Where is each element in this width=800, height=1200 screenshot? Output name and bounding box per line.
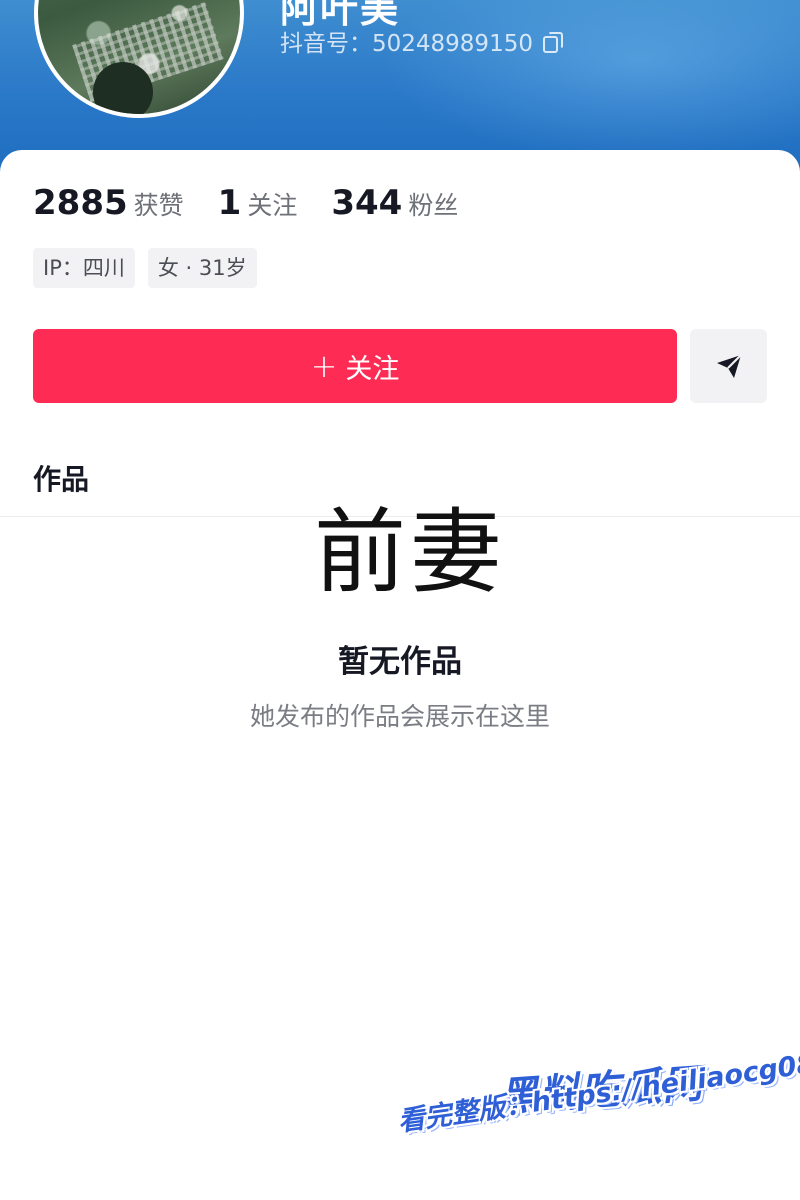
stat-following-value: 1 [217, 183, 242, 223]
stat-likes[interactable]: 2885 获赞 [33, 183, 184, 223]
douyin-id-text: 抖音号：50248989150 [280, 31, 533, 57]
tag-gender-age: 女 · 31岁 [147, 248, 257, 288]
stat-likes-value: 2885 [33, 183, 128, 223]
copy-icon[interactable] [542, 32, 563, 53]
empty-state-title: 暂无作品 [338, 644, 462, 680]
plus-icon: + [310, 347, 338, 385]
avatar[interactable] [34, 0, 244, 118]
stat-followers[interactable]: 344 粉丝 [331, 183, 458, 223]
stat-followers-value: 344 [331, 183, 403, 223]
send-icon [716, 354, 742, 378]
overlay-caption: 前妻 [313, 499, 506, 606]
douyin-id: 抖音号：50248989150 [280, 24, 563, 58]
share-button[interactable] [690, 329, 767, 403]
profile-tags: IP：四川 女 · 31岁 [33, 248, 257, 288]
avatar-tree [93, 62, 153, 114]
stat-likes-label: 获赞 [133, 191, 184, 220]
stat-following[interactable]: 1 关注 [218, 183, 298, 223]
stat-following-label: 关注 [247, 191, 298, 220]
profile-stats: 2885 获赞 1 关注 344 粉丝 [33, 183, 492, 223]
tag-ip-location: IP：四川 [33, 248, 135, 288]
stat-followers-label: 粉丝 [408, 191, 459, 220]
empty-state-subtitle: 她发布的作品会展示在这里 [249, 702, 550, 731]
follow-button-label: 关注 [345, 353, 400, 385]
follow-button[interactable]: + 关注 [33, 329, 677, 403]
profile-header: 阿叶美 抖音号：50248989150 [0, 0, 800, 175]
